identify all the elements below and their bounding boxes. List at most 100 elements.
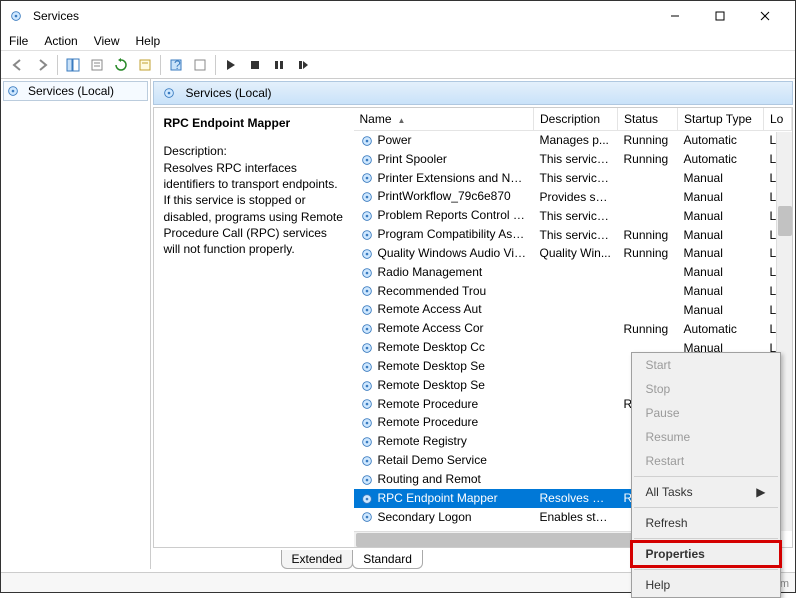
show-hide-tree-button[interactable] [62,54,84,76]
service-row[interactable]: PowerManages p...RunningAutomaticLc [354,131,792,150]
cell-name: Remote Registry [354,432,534,451]
cell-desc [534,395,618,414]
ctx-help[interactable]: Help [632,573,780,597]
col-startup[interactable]: Startup Type [678,108,764,131]
cell-status: Running [618,244,678,263]
service-row[interactable]: Quality Windows Audio Vid...Quality Win.… [354,244,792,263]
service-icon [360,302,378,316]
cell-startup: Manual [678,225,764,244]
cell-status [618,187,678,206]
cell-desc [534,451,618,470]
menu-view[interactable]: View [94,34,120,48]
cell-desc [534,300,618,319]
menu-help[interactable]: Help [136,34,161,48]
pause-service-button[interactable] [268,54,290,76]
cell-desc [534,338,618,357]
service-icon [360,510,378,524]
close-button[interactable] [742,2,787,30]
service-icon [360,491,378,505]
ctx-separator [634,507,778,508]
scrollbar-thumb[interactable] [356,533,656,547]
ctx-refresh[interactable]: Refresh [632,511,780,535]
service-icon [360,189,378,203]
ctx-separator [634,569,778,570]
ctx-resume[interactable]: Resume [632,425,780,449]
refresh-button[interactable] [110,54,132,76]
export-list-button[interactable] [86,54,108,76]
cell-name: Printer Extensions and Notif... [354,169,534,188]
service-icon [360,472,378,486]
ctx-stop[interactable]: Stop [632,377,780,401]
col-status[interactable]: Status [618,108,678,131]
service-row[interactable]: Radio ManagementManualLc [354,263,792,282]
cell-desc [534,432,618,451]
forward-button[interactable] [31,54,53,76]
cell-desc: Resolves RP... [534,489,618,508]
ctx-start[interactable]: Start [632,353,780,377]
cell-desc [534,282,618,301]
col-name[interactable]: Name▲ [354,108,534,131]
detail-desc-label: Description: [164,144,344,158]
menu-action[interactable]: Action [44,34,77,48]
service-row[interactable]: PrintWorkflow_79c6e870Provides su... Manu… [354,187,792,206]
cell-desc [534,376,618,395]
cell-startup: Manual [678,282,764,301]
service-row[interactable]: Program Compatibility Assi...This servic… [354,225,792,244]
maximize-button[interactable] [697,2,742,30]
cell-status [618,300,678,319]
cell-name: Routing and Remot [354,470,534,489]
cell-desc: Manages p... [534,131,618,150]
cell-name: RPC Endpoint Mapper [354,489,534,508]
menu-file[interactable]: File [9,34,28,48]
cell-startup: Automatic [678,150,764,169]
scrollbar-thumb[interactable] [778,206,792,236]
service-icon [360,227,378,241]
submenu-arrow-icon: ▶ [756,485,765,499]
cell-status [618,263,678,282]
title-bar: Services [1,1,795,31]
service-row[interactable]: Problem Reports Control Pa...This servic… [354,206,792,225]
properties-button[interactable] [134,54,156,76]
service-row[interactable]: Remote Access AutManualLc [354,300,792,319]
stop-service-button[interactable] [244,54,266,76]
tab-extended[interactable]: Extended [281,550,354,569]
service-icon [360,265,378,279]
service-row[interactable]: Printer Extensions and Notif...This serv… [354,169,792,188]
ctx-pause[interactable]: Pause [632,401,780,425]
cell-desc: This service ... [534,225,618,244]
cell-name: Quality Windows Audio Vid... [354,244,534,263]
ctx-all-tasks[interactable]: All Tasks▶ [632,480,780,504]
restart-service-button[interactable] [292,54,314,76]
cell-startup: Manual [678,187,764,206]
back-button[interactable] [7,54,29,76]
context-menu: Start Stop Pause Resume Restart All Task… [631,352,781,598]
cell-desc: This service ... [534,150,618,169]
service-row[interactable]: Print SpoolerThis service ...RunningAuto… [354,150,792,169]
cell-status: Running [618,131,678,150]
col-logon[interactable]: Lo [764,108,792,131]
start-service-button[interactable] [220,54,242,76]
col-description[interactable]: Description [534,108,618,131]
cell-startup: Manual [678,244,764,263]
cell-status: Running [618,225,678,244]
cell-desc: Provides su... [534,187,618,206]
ctx-restart[interactable]: Restart [632,449,780,473]
service-row[interactable]: Remote Access CorRunningAutomaticLc [354,319,792,338]
cell-desc: Enables star... [534,508,618,527]
detail-panel: RPC Endpoint Mapper Description: Resolve… [154,108,354,547]
minimize-button[interactable] [652,2,697,30]
cell-name: Retail Demo Service [354,451,534,470]
service-row[interactable]: Recommended TrouManualLc [354,282,792,301]
tree-node-services-local[interactable]: Services (Local) [3,81,148,101]
action-button[interactable] [189,54,211,76]
tab-standard[interactable]: Standard [352,550,423,569]
cell-name: PrintWorkflow_79c6e870 [354,187,534,206]
window-title: Services [33,9,652,23]
service-icon [360,340,378,354]
cell-name: Print Spooler [354,150,534,169]
help-button[interactable]: ? [165,54,187,76]
cell-desc: This service ... [534,169,618,188]
tree-node-label: Services (Local) [28,84,114,98]
ctx-properties[interactable]: Properties [632,542,780,566]
cell-desc: Quality Win... [534,244,618,263]
